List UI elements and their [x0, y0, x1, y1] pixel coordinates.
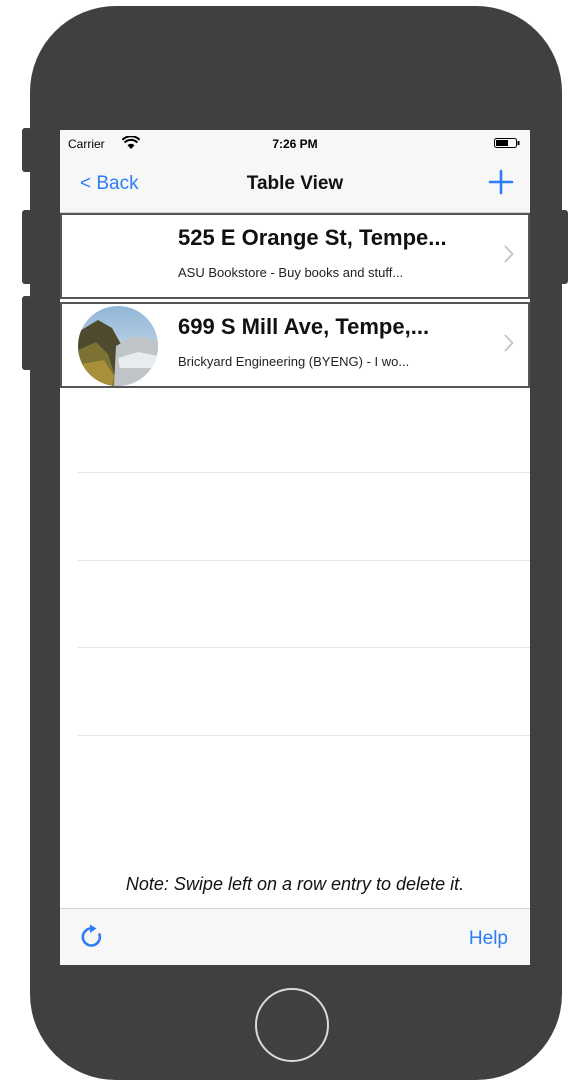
row-title: 525 E Orange St, Tempe... [178, 225, 447, 250]
refresh-icon[interactable] [78, 923, 106, 951]
volume-down-button [22, 296, 32, 370]
chevron-right-icon [504, 245, 514, 263]
home-button[interactable] [255, 988, 329, 1062]
separator-line [78, 647, 530, 648]
separator-line [78, 560, 530, 561]
screen: Carrier 7:26 PM < Back Table View 525 E … [60, 130, 530, 965]
page-title: Table View [246, 173, 344, 194]
swipe-note: Note: Swipe left on a row entry to delet… [125, 874, 465, 894]
chevron-right-icon [504, 334, 514, 352]
plus-icon[interactable] [488, 169, 514, 195]
separator-line [78, 472, 530, 473]
table-row[interactable]: 699 S Mill Ave, Tempe,... Brickyard Engi… [60, 302, 530, 388]
power-button [558, 210, 568, 284]
row-title: 699 S Mill Ave, Tempe,... [178, 314, 430, 339]
table-row[interactable]: 525 E Orange St, Tempe... ASU Bookstore … [60, 213, 530, 299]
volume-up-button [22, 210, 32, 284]
row-subtitle: ASU Bookstore - Buy books and stuff... [178, 265, 404, 280]
row-subtitle: Brickyard Engineering (BYENG) - I wo... [178, 354, 410, 369]
table-list: 525 E Orange St, Tempe... ASU Bookstore … [60, 213, 530, 391]
bottom-toolbar: Help [60, 908, 530, 965]
separator-line [78, 735, 530, 736]
battery-icon [494, 138, 520, 148]
mute-switch [22, 128, 32, 172]
status-time: 7:26 PM [272, 137, 318, 151]
navigation-bar: < Back Table View [60, 156, 530, 213]
help-button[interactable]: Help [469, 928, 508, 950]
landscape-photo [78, 306, 158, 386]
status-bar: Carrier 7:26 PM [60, 130, 530, 156]
